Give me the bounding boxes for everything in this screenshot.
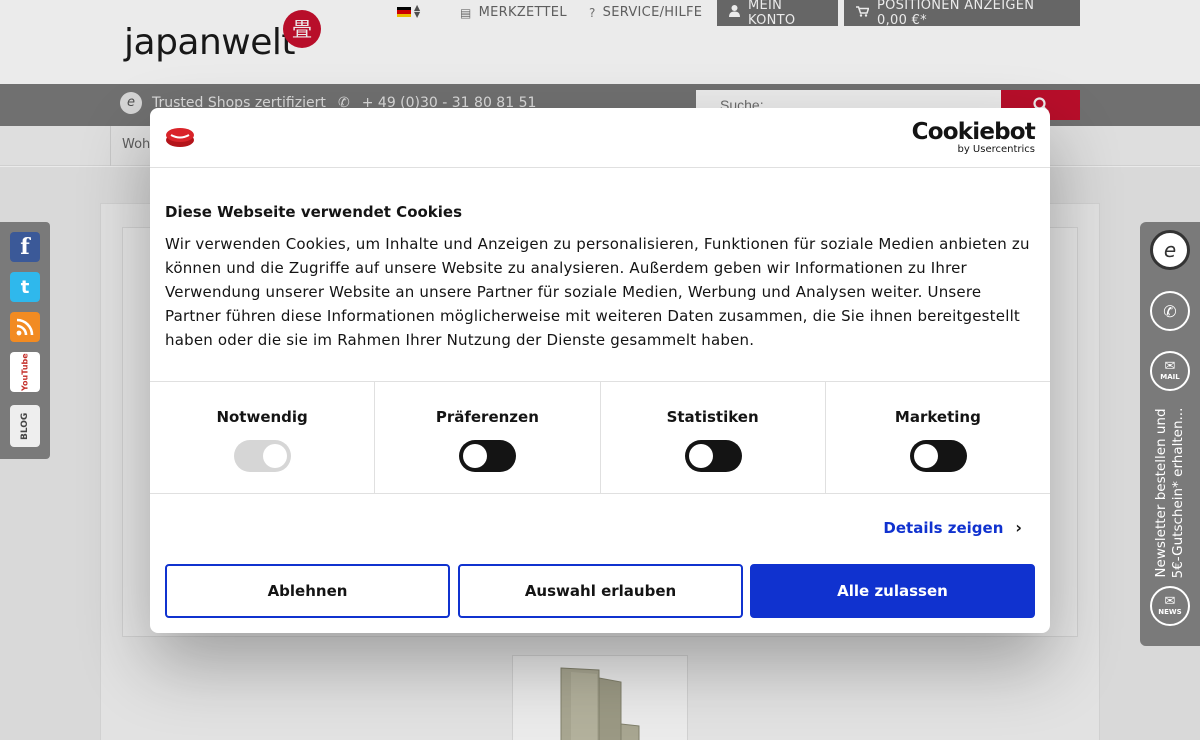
cookie-consent-dialog: Cookiebot by Usercentrics Diese Webseite… xyxy=(150,108,1050,633)
allow-selection-button[interactable]: Auswahl erlauben xyxy=(458,564,743,618)
dialog-description: Wir verwenden Cookies, um Inhalte und An… xyxy=(165,235,1030,349)
category-marketing: Marketing xyxy=(826,382,1050,493)
newsletter-line-2: 5€-Gutschein* erhalten... xyxy=(1170,407,1186,579)
toggle-knob xyxy=(913,444,938,468)
dialog-header: Cookiebot by Usercentrics xyxy=(150,108,1050,168)
newsletter-teaser[interactable]: Newsletter bestellen und 5€-Gutschein* e… xyxy=(1144,405,1196,581)
twitter-icon[interactable]: t xyxy=(10,272,40,302)
category-label: Notwendig xyxy=(216,408,308,426)
rss-icon[interactable] xyxy=(10,312,40,342)
cookie-categories: Notwendig Präferenzen Statistiken Market… xyxy=(150,381,1050,494)
category-necessary: Notwendig xyxy=(150,382,376,493)
mail-icon[interactable]: ✉ MAIL xyxy=(1150,351,1190,391)
mail-label: MAIL xyxy=(1160,373,1180,381)
facebook-icon[interactable]: f xyxy=(10,232,40,262)
category-label: Marketing xyxy=(894,408,981,426)
necessary-toggle xyxy=(234,440,292,472)
cookiebot-brand-name: Cookiebot xyxy=(911,119,1036,145)
news-icon[interactable]: ✉ NEWS xyxy=(1150,586,1190,626)
cookiebot-brand-by: by Usercentrics xyxy=(957,144,1035,155)
show-details-label: Details zeigen xyxy=(883,518,1004,537)
newsletter-line-1: Newsletter bestellen und xyxy=(1153,408,1169,578)
preferences-toggle[interactable] xyxy=(459,440,517,472)
news-label: NEWS xyxy=(1158,608,1182,616)
chevron-right-icon: › xyxy=(1015,518,1022,537)
blog-icon[interactable]: BLOG xyxy=(10,405,40,447)
social-sidebar: f t YouTube BLOG xyxy=(0,222,50,459)
category-preferences: Präferenzen xyxy=(375,382,601,493)
phone-circle-icon[interactable]: ✆ xyxy=(1150,291,1190,331)
toggle-knob xyxy=(688,444,713,468)
dialog-title: Diese Webseite verwendet Cookies xyxy=(165,203,463,221)
category-statistics: Statistiken xyxy=(601,382,826,493)
reject-button[interactable]: Ablehnen xyxy=(165,564,450,618)
cookiebot-brand[interactable]: Cookiebot by Usercentrics xyxy=(911,119,1036,155)
trusted-shops-guarantee-icon[interactable]: e xyxy=(1150,230,1190,270)
category-label: Präferenzen xyxy=(435,408,539,426)
category-label: Statistiken xyxy=(666,408,759,426)
toggle-knob xyxy=(463,444,488,468)
show-details-link[interactable]: Details zeigen › xyxy=(883,518,1022,537)
marketing-toggle[interactable] xyxy=(909,440,967,472)
toggle-knob xyxy=(263,444,288,468)
statistics-toggle[interactable] xyxy=(684,440,742,472)
allow-all-button[interactable]: Alle zulassen xyxy=(750,564,1035,618)
cookiebot-logo-icon xyxy=(166,128,194,147)
youtube-icon[interactable]: YouTube xyxy=(10,352,40,392)
